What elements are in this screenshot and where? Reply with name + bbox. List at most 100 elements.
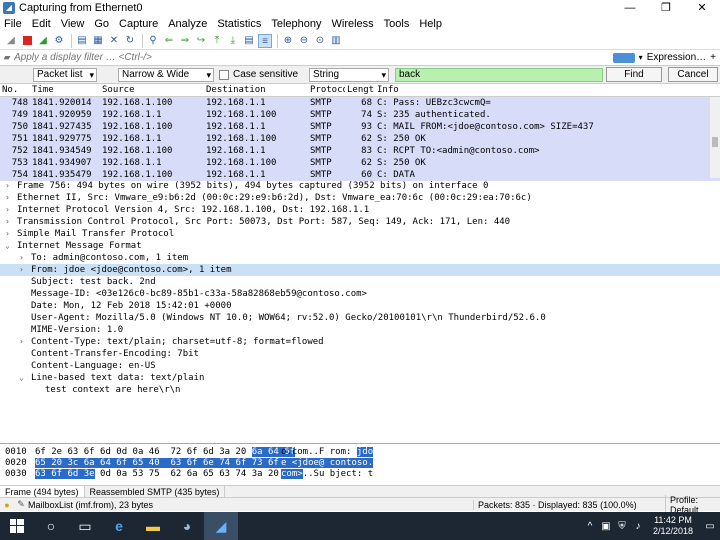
search-type-select[interactable]: String [309, 67, 389, 82]
detail-tree-item[interactable]: › Frame 756: 494 bytes on wire (3952 bits… [0, 180, 720, 192]
collapse-arrow-icon[interactable]: ⌄ [5, 240, 10, 252]
expand-arrow-icon[interactable]: › [19, 252, 24, 264]
menu-help[interactable]: Help [419, 18, 442, 30]
tab-reassembled-smtp[interactable]: Reassembled SMTP (435 bytes) [85, 486, 226, 497]
go-to-packet-icon[interactable]: ↪ [194, 34, 208, 48]
detail-tree-item[interactable]: › Ethernet II, Src: Vmware_e9:b6:2d (00:0… [0, 192, 720, 204]
expression-button[interactable]: Expression… [647, 52, 706, 63]
tray-shield-icon[interactable]: ⛨ [614, 512, 630, 540]
col-header-info[interactable]: Info [375, 85, 720, 96]
menu-tools[interactable]: Tools [384, 18, 410, 30]
packet-row[interactable]: 748 1841.920014 192.168.1.100 192.168.1.1 SM… [0, 97, 720, 109]
expand-arrow-icon[interactable]: › [5, 228, 10, 240]
zoom-in-icon[interactable]: ⊕ [281, 34, 295, 48]
autoscroll-icon[interactable]: ▤ [242, 34, 256, 48]
detail-tree-item[interactable]: MIME-Version: 1.0 [0, 324, 720, 336]
bytes-ascii[interactable]: e <jdoe@ contoso. [281, 458, 374, 469]
collapse-arrow-icon[interactable]: ⌄ [19, 372, 24, 384]
zoom-out-icon[interactable]: ⊖ [297, 34, 311, 48]
task-view-icon[interactable]: ▭ [68, 512, 102, 540]
packet-row[interactable]: 749 1841.920959 192.168.1.1 192.168.1.100 SM… [0, 109, 720, 121]
detail-tree-item[interactable]: › Transmission Control Protocol, Src Port… [0, 216, 720, 228]
detail-tree-item[interactable]: Content-Transfer-Encoding: 7bit [0, 348, 720, 360]
detail-tree-item[interactable]: › Simple Mail Transfer Protocol [0, 228, 720, 240]
col-header-source[interactable]: Source [100, 85, 204, 96]
menu-edit[interactable]: Edit [32, 18, 51, 30]
detail-tree-item[interactable]: Content-Language: en-US [0, 360, 720, 372]
tab-frame-bytes[interactable]: Frame (494 bytes) [0, 486, 85, 497]
menu-view[interactable]: View [61, 18, 85, 30]
bookmark-icon[interactable]: ▰ [0, 52, 14, 63]
col-header-protocol[interactable]: Protocol [308, 85, 345, 96]
find-text-input[interactable]: back [395, 67, 603, 82]
find-button[interactable]: Find [606, 67, 662, 82]
expand-arrow-icon[interactable]: › [5, 204, 10, 216]
reload-icon[interactable]: ↻ [123, 34, 137, 48]
expand-arrow-icon[interactable]: › [5, 180, 10, 192]
menu-statistics[interactable]: Statistics [217, 18, 261, 30]
restart-capture-icon[interactable]: ◢ [36, 34, 50, 48]
packet-row[interactable]: 751 1841.929775 192.168.1.1 192.168.1.100 SM… [0, 133, 720, 145]
menu-telephony[interactable]: Telephony [271, 18, 321, 30]
expand-arrow-icon[interactable]: › [19, 264, 24, 276]
filter-dropdown-icon[interactable]: ▾ [639, 53, 643, 62]
minimize-button[interactable]: — [612, 0, 648, 16]
col-header-no[interactable]: No. [0, 85, 30, 96]
detail-tree-item[interactable]: › Content-Type: text/plain; charset=utf-8… [0, 336, 720, 348]
bytes-ascii[interactable]: o.com..F rom: jdo [281, 447, 374, 458]
detail-tree-item[interactable]: ⌄ Line-based text data: text/plain [0, 372, 720, 384]
menu-go[interactable]: Go [94, 18, 109, 30]
capture-options-icon[interactable]: ⚙ [52, 34, 66, 48]
detail-tree-item[interactable]: Subject: test back. 2nd [0, 276, 720, 288]
col-header-time[interactable]: Time [30, 85, 100, 96]
wireshark-taskbar-icon[interactable]: ◢ [204, 512, 238, 540]
detail-tree-item[interactable]: › From: jdoe <jdoe@contoso.com>, 1 item [0, 264, 720, 276]
packet-row[interactable]: 753 1841.934907 192.168.1.1 192.168.1.100 SM… [0, 157, 720, 169]
save-file-icon[interactable]: ▦ [91, 34, 105, 48]
detail-tree-item[interactable]: User-Agent: Mozilla/5.0 (Windows NT 10.0… [0, 312, 720, 324]
find-packet-icon[interactable]: ⚲ [146, 34, 160, 48]
tray-volume-icon[interactable]: ♪ [630, 512, 646, 540]
open-file-icon[interactable]: ▤ [75, 34, 89, 48]
detail-tree-item[interactable]: test context are here\r\n [0, 384, 720, 396]
stop-capture-icon[interactable] [20, 34, 34, 48]
add-filter-button-icon[interactable]: + [710, 52, 716, 63]
colorize-icon[interactable]: ≡ [258, 33, 272, 48]
apply-filter-button[interactable] [612, 52, 635, 63]
tray-network-icon[interactable]: ▣ [598, 512, 614, 540]
detail-tree-item[interactable]: › Internet Protocol Version 4, Src: 192.1… [0, 204, 720, 216]
zoom-reset-icon[interactable]: ⊙ [313, 34, 327, 48]
detail-tree-item[interactable]: Date: Mon, 12 Feb 2018 15:42:01 +0000 [0, 300, 720, 312]
bytes-hex[interactable]: 65 20 3c 6a 64 6f 65 40 63 6f 6e 74 6f 7… [35, 458, 296, 469]
menu-analyze[interactable]: Analyze [168, 18, 207, 30]
packet-row[interactable]: 752 1841.934549 192.168.1.100 192.168.1.1 SM… [0, 145, 720, 157]
start-capture-icon[interactable]: ◢ [4, 34, 18, 48]
expand-arrow-icon[interactable]: › [5, 192, 10, 204]
menu-file[interactable]: File [4, 18, 22, 30]
file-explorer-icon[interactable]: ▬ [136, 512, 170, 540]
search-scope-select[interactable]: Packet list [33, 67, 97, 82]
tray-clock[interactable]: 11:42 PM 2/12/2018 [646, 515, 700, 537]
resize-columns-icon[interactable]: ▥ [329, 34, 343, 48]
detail-tree-item[interactable]: › To: admin@contoso.com, 1 item [0, 252, 720, 264]
last-packet-icon[interactable]: ⤓ [226, 34, 240, 48]
go-forward-icon[interactable]: ⇒ [178, 34, 192, 48]
network-manager-icon[interactable]: ◕ [170, 512, 204, 540]
menu-capture[interactable]: Capture [119, 18, 158, 30]
packet-list-scroll-thumb[interactable] [712, 137, 718, 147]
expand-arrow-icon[interactable]: › [5, 216, 10, 228]
case-sensitive-checkbox[interactable] [219, 69, 229, 80]
menu-wireless[interactable]: Wireless [332, 18, 374, 30]
col-header-length[interactable]: Length [345, 85, 375, 96]
detail-tree-item[interactable]: ⌄ Internet Message Format [0, 240, 720, 252]
notifications-icon[interactable]: ▭ [700, 512, 720, 540]
char-width-select[interactable]: Narrow & Wide [118, 67, 214, 82]
col-header-destination[interactable]: Destination [204, 85, 308, 96]
first-packet-icon[interactable]: ⤒ [210, 34, 224, 48]
expand-arrow-icon[interactable]: › [19, 336, 24, 348]
internet-explorer-icon[interactable]: e [102, 512, 136, 540]
search-icon[interactable]: ○ [34, 512, 68, 540]
bytes-hex[interactable]: 63 6f 6d 3e 0d 0a 53 75 62 6a 65 63 74 3… [35, 469, 295, 480]
start-menu-icon[interactable] [0, 512, 34, 540]
cancel-button[interactable]: Cancel [668, 67, 718, 82]
